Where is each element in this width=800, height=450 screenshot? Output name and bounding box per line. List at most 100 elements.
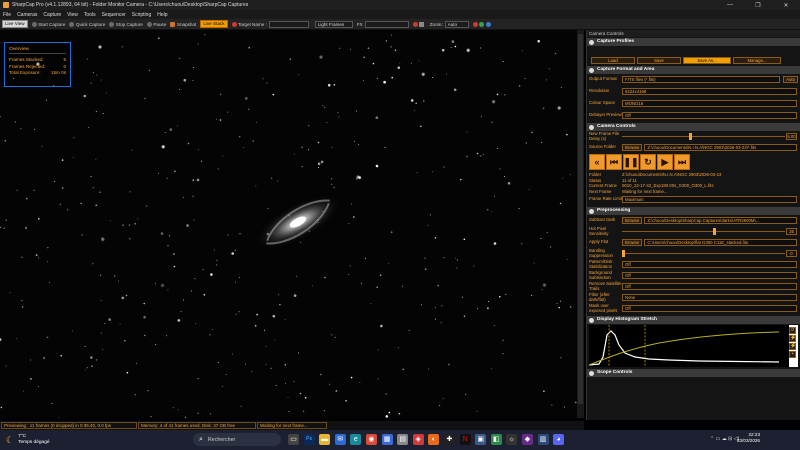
pause-button[interactable]: Pause	[146, 21, 166, 27]
record-icon[interactable]	[412, 21, 418, 27]
new-frame-delay-value[interactable]: 5.00	[786, 133, 797, 140]
source-folder-input[interactable]: Z:\chuou\Documents\N.I.N.A\NGC 2903\2026…	[644, 144, 797, 151]
play-icon[interactable]: ▶	[657, 154, 673, 170]
reset-icon[interactable]: ↺	[789, 327, 796, 334]
sharpcap-icon[interactable]: ☼	[506, 434, 518, 445]
menu-cameras[interactable]: Cameras	[17, 12, 37, 18]
manage-button[interactable]: Manage...	[733, 57, 781, 64]
apply-flat-browse-button[interactable]: Browse	[622, 239, 643, 246]
app-icon-4[interactable]: ◧	[490, 434, 502, 445]
subtract-dark-browse-button[interactable]: Browse	[622, 217, 643, 224]
photoshop-icon[interactable]: Ps	[303, 434, 315, 445]
colour-space-select[interactable]: MONO16	[622, 100, 797, 107]
save-button[interactable]: Save	[637, 57, 681, 64]
discord-icon[interactable]: ◕	[553, 434, 565, 445]
store-icon[interactable]: ▦	[381, 434, 393, 445]
rewind-icon[interactable]: «	[589, 154, 605, 170]
auto-button[interactable]: Auto	[783, 76, 798, 83]
preprocessing-header[interactable]: Preprocessing	[587, 207, 800, 215]
target-name-input[interactable]	[268, 20, 309, 28]
subtract-dark-input[interactable]: Z:\chuou\Desktop\SharpCap Captures\darks…	[644, 217, 797, 224]
histogram-header[interactable]: Display Histogram Stretch	[587, 316, 800, 324]
app-icon-5[interactable]: ◆	[521, 434, 533, 445]
star	[161, 144, 166, 149]
capture-format-header[interactable]: Capture Format and Area	[587, 66, 800, 74]
auto-stretch-icon[interactable]: ⚡	[789, 335, 796, 342]
source-folder-browse-button[interactable]: Browse	[622, 144, 643, 151]
image-viewport[interactable]	[0, 30, 584, 418]
maximize-button[interactable]: ❐	[744, 0, 772, 10]
close-button[interactable]: ✕	[772, 0, 800, 10]
minimize-button[interactable]: —	[716, 0, 744, 10]
frame-rate-select[interactable]: Maximum	[622, 196, 797, 203]
resolution-select[interactable]: 6224x4168	[622, 88, 797, 95]
grid-icon[interactable]	[419, 21, 425, 27]
weather-widget[interactable]: ☾ 7°C Temps dégagé	[6, 434, 50, 446]
mask-select[interactable]: Off	[622, 305, 797, 312]
save-as-button[interactable]: Save As...	[683, 57, 731, 64]
satellite-select[interactable]: Off	[622, 283, 797, 290]
step-back-icon[interactable]: ⏮	[606, 154, 622, 170]
edge-icon[interactable]: e	[350, 434, 362, 445]
banding-slider[interactable]: 0	[622, 250, 797, 257]
menu-capture[interactable]: Capture	[43, 12, 61, 18]
firefox-icon[interactable]: ◐	[428, 434, 440, 445]
hot-pixel-slider[interactable]: 25	[622, 228, 797, 235]
app-icon-2[interactable]: ▤	[397, 434, 409, 445]
scrollbar-thumb[interactable]	[578, 34, 583, 404]
loop-icon[interactable]: ↻	[640, 154, 656, 170]
menu-view[interactable]: View	[67, 12, 78, 18]
apply-flat-input[interactable]: C:\Users\chuou\Desktop\flat G300 C11E_st…	[644, 239, 797, 246]
pause-playback-icon[interactable]: ❚❚	[623, 154, 639, 170]
taskbar-search[interactable]: ⌕ Rechercher	[193, 433, 281, 446]
snapshot-button[interactable]: Snapshot	[170, 21, 196, 27]
scope-controls-header[interactable]: Scope Controls	[587, 369, 800, 377]
lightning-icon[interactable]: ⚡	[789, 343, 796, 350]
menu-sequencer[interactable]: Sequencer	[102, 12, 126, 18]
tray-icons[interactable]: ⌃ ▭ ☁ ⊟ ◁)	[710, 436, 739, 442]
vpn-icon[interactable]: ◈	[412, 434, 424, 445]
live-view-button[interactable]: Live View	[2, 20, 28, 28]
image-scrollbar[interactable]	[577, 30, 584, 418]
output-format-select[interactable]: FITS files (*.fits)	[622, 76, 781, 83]
mail-icon[interactable]: ✉	[334, 434, 346, 445]
step-forward-icon[interactable]: ⏭	[674, 154, 690, 170]
slider-knob[interactable]	[688, 133, 692, 140]
app-icon-6[interactable]: ▥	[537, 434, 549, 445]
netflix-icon[interactable]: N	[459, 434, 471, 445]
tools-icon[interactable]	[485, 21, 491, 27]
live-stack-button[interactable]: Live Stack	[200, 20, 228, 28]
camera-controls-header[interactable]: Camera Controls	[587, 123, 800, 131]
zoom-select[interactable]: Auto	[444, 20, 469, 28]
slider-knob[interactable]	[622, 250, 625, 257]
background-select[interactable]: Off	[622, 272, 797, 279]
start-capture-button[interactable]: Start Capture	[31, 21, 65, 27]
stop-capture-button[interactable]: Stop Capture	[109, 21, 143, 27]
task-view-icon[interactable]: ▭	[288, 434, 299, 445]
filter-select[interactable]: None	[622, 294, 797, 301]
save-icon[interactable]: ▪	[789, 351, 796, 358]
app-icon-3[interactable]: ▣	[475, 434, 487, 445]
slider-knob[interactable]	[713, 228, 716, 235]
quick-capture-button[interactable]: Quick Capture	[69, 21, 105, 27]
histogram-chart[interactable]: ↺ ⚡ ⚡ ▪	[589, 325, 798, 367]
pattern-select[interactable]: Off	[622, 261, 797, 268]
load-button[interactable]: Load	[591, 57, 635, 64]
fx-select[interactable]	[364, 20, 409, 28]
capture-profiles-header[interactable]: Capture Profiles	[587, 38, 800, 46]
menu-help[interactable]: Help	[157, 12, 167, 18]
hot-pixel-value[interactable]: 25	[786, 228, 797, 235]
menu-file[interactable]: File	[3, 12, 11, 18]
debayer-select[interactable]: Off	[622, 112, 797, 119]
menu-tools[interactable]: Tools	[84, 12, 96, 18]
new-frame-delay-slider[interactable]: 5.00	[622, 133, 797, 140]
banding-value[interactable]: 0	[786, 250, 797, 257]
crosshair-icon[interactable]	[472, 21, 478, 27]
focus-icon[interactable]	[479, 21, 485, 27]
plus-icon[interactable]: ✚	[443, 434, 455, 445]
frame-type-select[interactable]: Light Frames	[313, 20, 353, 28]
file-explorer-icon[interactable]: ▬	[319, 434, 331, 445]
menu-scripting[interactable]: Scripting	[132, 12, 151, 18]
system-clock[interactable]: 22:23 23/03/2026	[737, 432, 760, 444]
chrome-icon[interactable]: ◉	[365, 434, 377, 445]
